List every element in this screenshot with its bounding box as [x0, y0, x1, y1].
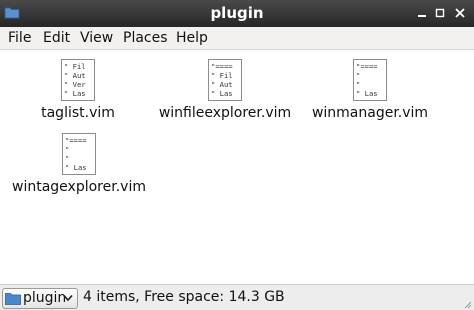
preview-line: " Aut [211, 80, 233, 89]
file-manager-window: plugin File Edit View Places Help " Fil … [0, 0, 474, 310]
location-dropdown[interactable]: plugin [2, 288, 78, 309]
menu-file[interactable]: File [8, 27, 31, 49]
preview-line: " [356, 71, 360, 80]
preview-line: " Las [65, 163, 87, 172]
folder-icon [5, 293, 21, 305]
status-bar: plugin 4 items, Free space: 14.3 GB [0, 284, 474, 310]
file-name: winfileexplorer.vim [158, 105, 292, 121]
preview-line: "==== [211, 62, 233, 71]
preview-line: " [65, 154, 69, 163]
status-text: 4 items, Free space: 14.3 GB [83, 289, 285, 305]
file-name: taglist.vim [41, 105, 115, 121]
close-button[interactable] [452, 5, 468, 21]
file-item[interactable]: "==== " " " Las winmanager.vim [295, 58, 445, 121]
file-item[interactable]: "==== " Fil " Aut " Las winfileexplorer.… [150, 58, 300, 121]
preview-line: "==== [356, 62, 378, 71]
menu-help[interactable]: Help [176, 27, 208, 49]
preview-line: " Las [211, 89, 233, 98]
menu-places[interactable]: Places [123, 27, 168, 49]
preview-line: " Fil [211, 71, 233, 80]
file-name: wintagexplorer.vim [12, 179, 146, 195]
preview-line: " [356, 80, 360, 89]
preview-line: "==== [65, 136, 87, 145]
menu-edit[interactable]: Edit [43, 27, 70, 49]
text-file-icon: " Fil " Aut " Ver " Las [61, 59, 95, 101]
minimize-button[interactable] [414, 5, 430, 21]
maximize-button[interactable] [432, 5, 448, 21]
menu-bar: File Edit View Places Help [0, 27, 474, 50]
preview-line: " Las [64, 89, 86, 98]
file-view[interactable]: " Fil " Aut " Ver " Las taglist.vim "===… [0, 50, 474, 284]
minimize-icon [418, 15, 426, 17]
preview-line: " Fil [64, 62, 86, 71]
preview-line: " Ver [64, 80, 86, 89]
resize-grip-icon[interactable] [462, 299, 472, 309]
menu-view[interactable]: View [80, 27, 113, 49]
preview-line: " Aut [64, 71, 86, 80]
title-bar[interactable]: plugin [0, 0, 474, 27]
file-item[interactable]: " Fil " Aut " Ver " Las taglist.vim [3, 58, 153, 121]
file-item[interactable]: "==== " " " Las wintagexplorer.vim [4, 132, 154, 195]
maximize-icon [435, 8, 445, 18]
close-icon [455, 8, 465, 18]
chevron-down-icon [63, 294, 73, 302]
text-file-icon: "==== " " " Las [353, 59, 387, 101]
text-file-icon: "==== " " " Las [62, 133, 96, 175]
window-title: plugin [210, 4, 264, 22]
preview-line: " [65, 145, 69, 154]
location-label: plugin [23, 290, 67, 306]
preview-line: " Las [356, 89, 378, 98]
file-name: winmanager.vim [311, 105, 429, 121]
text-file-icon: "==== " Fil " Aut " Las [208, 59, 242, 101]
